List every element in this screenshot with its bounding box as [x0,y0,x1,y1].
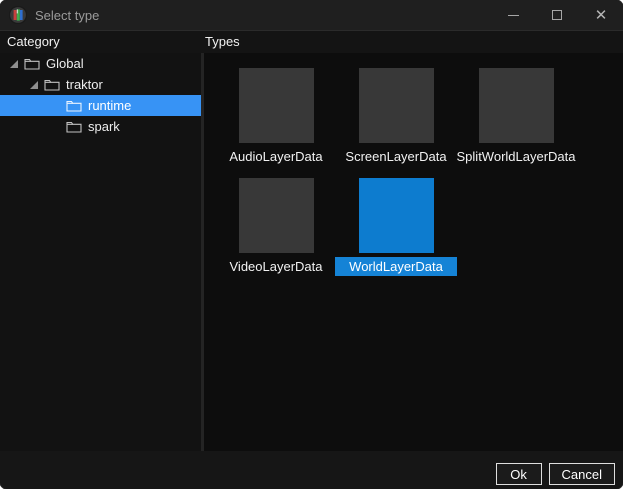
folder-icon [24,58,40,70]
category-header: Category [7,34,60,49]
folder-icon [44,79,60,91]
column-headers: Category Types [0,30,623,53]
type-tile-splitworldlayerdata[interactable]: SplitWorldLayerData [456,68,576,178]
tree-item-global[interactable]: Global [0,53,201,74]
type-tile-screenlayerdata[interactable]: ScreenLayerData [336,68,456,178]
types-header: Types [205,34,240,49]
type-tile-videolayerdata[interactable]: VideoLayerData [216,178,336,288]
type-label: AudioLayerData [229,149,323,164]
maximize-button[interactable] [535,0,579,30]
app-logo-icon [9,6,27,24]
type-thumbnail [358,178,434,253]
type-thumbnail [358,68,434,143]
type-tile-audiolayerdata[interactable]: AudioLayerData [216,68,336,178]
folder-icon [66,100,82,112]
type-thumbnail [238,68,314,143]
tree-item-label: traktor [66,77,103,92]
type-label: VideoLayerData [229,259,323,274]
tree-item-label: runtime [88,98,132,113]
tree-item-label: Global [46,56,84,71]
types-panel: AudioLayerData ScreenLayerData SplitWorl… [204,53,623,451]
minimize-button[interactable] [491,0,535,30]
tree-expander-icon[interactable] [30,80,38,89]
type-label: SplitWorldLayerData [456,149,576,164]
type-label: ScreenLayerData [345,149,447,164]
maximize-icon [552,10,562,20]
tree-item-spark[interactable]: spark [0,116,201,137]
tree-item-runtime[interactable]: runtime [0,95,201,116]
select-type-dialog: Select type ✕ Category Types Global trak… [0,0,623,489]
tree-item-traktor[interactable]: traktor [0,74,201,95]
type-thumbnail [238,178,314,253]
types-grid: AudioLayerData ScreenLayerData SplitWorl… [204,53,584,288]
minimize-icon [507,14,519,16]
close-icon: ✕ [594,6,608,24]
cancel-button[interactable]: Cancel [548,463,615,485]
close-button[interactable]: ✕ [579,0,623,30]
tree-expander-icon[interactable] [10,59,18,68]
main-content: Global traktor runtime spark AudioLayerD… [0,53,623,451]
window-title: Select type [35,7,100,23]
category-tree: Global traktor runtime spark [0,53,201,451]
type-label: WorldLayerData [335,257,457,276]
tree-item-label: spark [88,119,120,134]
ok-button[interactable]: Ok [495,463,542,485]
folder-icon [66,121,82,133]
dialog-footer: Ok Cancel [0,451,623,489]
type-thumbnail [478,68,554,143]
title-bar[interactable]: Select type ✕ [0,0,623,30]
type-tile-worldlayerdata[interactable]: WorldLayerData [335,178,457,288]
window-controls: ✕ [491,0,623,30]
